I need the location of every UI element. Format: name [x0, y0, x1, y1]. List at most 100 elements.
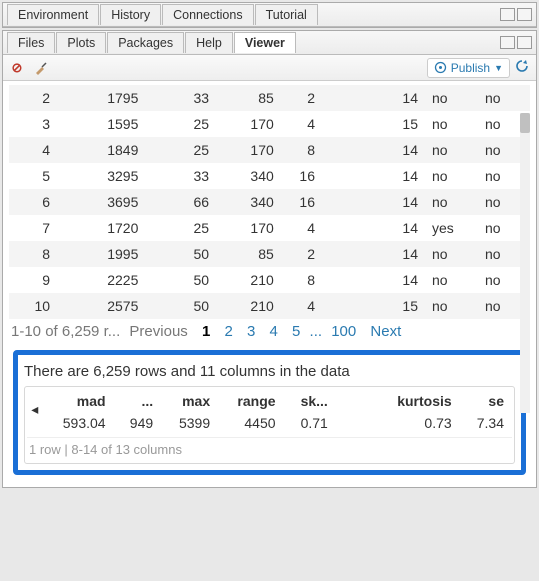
refresh-icon[interactable]: [514, 58, 530, 77]
cell: 2225: [56, 267, 144, 293]
table-row: 3159525170415nono: [9, 111, 530, 137]
tab-history[interactable]: History: [100, 4, 161, 25]
cell: 85: [215, 241, 280, 267]
pager-prev[interactable]: Previous: [124, 323, 192, 340]
cell: 4: [280, 293, 321, 319]
top-tabbar: Environment History Connections Tutorial: [3, 3, 536, 27]
stats-value: 5399: [161, 411, 218, 435]
cell: 1720: [56, 215, 144, 241]
maximize-icon[interactable]: [517, 8, 532, 21]
stats-value: 0.73: [336, 411, 460, 435]
table-row: 63695663401614nono: [9, 189, 530, 215]
cell: 2575: [56, 293, 144, 319]
cell: 14: [321, 137, 424, 163]
cell: 14: [321, 189, 424, 215]
remove-icon[interactable]: ⊘: [9, 60, 25, 76]
pager-page-3[interactable]: 3: [242, 323, 260, 340]
table-row: 9222550210814nono: [9, 267, 530, 293]
cell: 4: [280, 215, 321, 241]
summary-footer: 1 row | 8-14 of 13 columns: [27, 437, 512, 461]
table-row: 10257550210415nono: [9, 293, 530, 319]
cell: 1995: [56, 241, 144, 267]
pager-page-4[interactable]: 4: [265, 323, 283, 340]
minimize-icon[interactable]: [500, 8, 515, 21]
cell: 66: [144, 189, 215, 215]
cell: 340: [215, 163, 280, 189]
cell: 25: [144, 111, 215, 137]
cell: 25: [144, 137, 215, 163]
stats-col-header: max: [161, 391, 218, 411]
pager-page-5[interactable]: 5: [287, 323, 305, 340]
summary-highlight: There are 6,259 rows and 11 columns in t…: [13, 350, 526, 475]
cell: no: [424, 293, 477, 319]
cell: 3295: [56, 163, 144, 189]
tab-plots[interactable]: Plots: [56, 32, 106, 53]
cell: 16: [280, 189, 321, 215]
pager-ellipsis: ...: [310, 323, 323, 340]
stats-value: 0.71: [284, 411, 336, 435]
cell: 15: [321, 293, 424, 319]
cell: 210: [215, 293, 280, 319]
summary-info: There are 6,259 rows and 11 columns in t…: [24, 363, 515, 380]
cell: 33: [144, 163, 215, 189]
scrollbar[interactable]: [520, 113, 530, 413]
stats-value: 7.34: [460, 411, 512, 435]
cell: 14: [321, 215, 424, 241]
cell: 85: [215, 85, 280, 111]
publish-button[interactable]: Publish ▼: [427, 58, 510, 78]
tab-tutorial[interactable]: Tutorial: [255, 4, 318, 25]
tab-viewer[interactable]: Viewer: [234, 32, 296, 53]
tab-help[interactable]: Help: [185, 32, 233, 53]
cell: 3695: [56, 189, 144, 215]
cell: 15: [321, 111, 424, 137]
cell: 9: [9, 267, 56, 293]
viewer-toolbar: ⊘ Publish ▼: [3, 55, 536, 81]
cell: 50: [144, 267, 215, 293]
cell: 4: [9, 137, 56, 163]
pager-page-1[interactable]: 1: [197, 323, 215, 340]
expand-caret-icon[interactable]: ◂: [27, 391, 42, 418]
cell: 1849: [56, 137, 144, 163]
minimize-icon[interactable]: [500, 36, 515, 49]
cell: 2: [280, 241, 321, 267]
data-table: 217953385214nono3159525170415nono4184925…: [9, 85, 530, 319]
tab-files[interactable]: Files: [7, 32, 55, 53]
cell: no: [424, 137, 477, 163]
table-row: 7172025170414yesno: [9, 215, 530, 241]
tab-environment[interactable]: Environment: [7, 4, 99, 25]
cell: 8: [280, 137, 321, 163]
stats-col-header: range: [218, 391, 283, 411]
maximize-icon[interactable]: [517, 36, 532, 49]
cell: no: [424, 189, 477, 215]
stats-col-header: ...: [114, 391, 162, 411]
scrollbar-thumb[interactable]: [520, 113, 530, 133]
pager-last[interactable]: 100: [326, 323, 361, 340]
cell: 340: [215, 189, 280, 215]
cell: 10: [9, 293, 56, 319]
stats-value: 4450: [218, 411, 283, 435]
pager-page-2[interactable]: 2: [219, 323, 237, 340]
tab-connections[interactable]: Connections: [162, 4, 254, 25]
cell: 8: [9, 241, 56, 267]
cell: 33: [144, 85, 215, 111]
cell: no: [424, 85, 477, 111]
publish-label: Publish: [451, 61, 490, 75]
cell: 8: [280, 267, 321, 293]
cell: 14: [321, 163, 424, 189]
pager-next[interactable]: Next: [365, 323, 406, 340]
dropdown-caret-icon: ▼: [494, 63, 503, 73]
cell: no: [424, 267, 477, 293]
cell: no: [424, 111, 477, 137]
cell: 5: [9, 163, 56, 189]
broom-icon[interactable]: [33, 60, 49, 76]
tab-packages[interactable]: Packages: [107, 32, 184, 53]
cell: 7: [9, 215, 56, 241]
cell: 4: [280, 111, 321, 137]
table-row: 53295333401614nono: [9, 163, 530, 189]
cell: 1795: [56, 85, 144, 111]
cell: 170: [215, 111, 280, 137]
cell: no: [424, 163, 477, 189]
stats-col-header: sk...: [284, 391, 336, 411]
cell: yes: [424, 215, 477, 241]
stats-col-header: se: [460, 391, 512, 411]
